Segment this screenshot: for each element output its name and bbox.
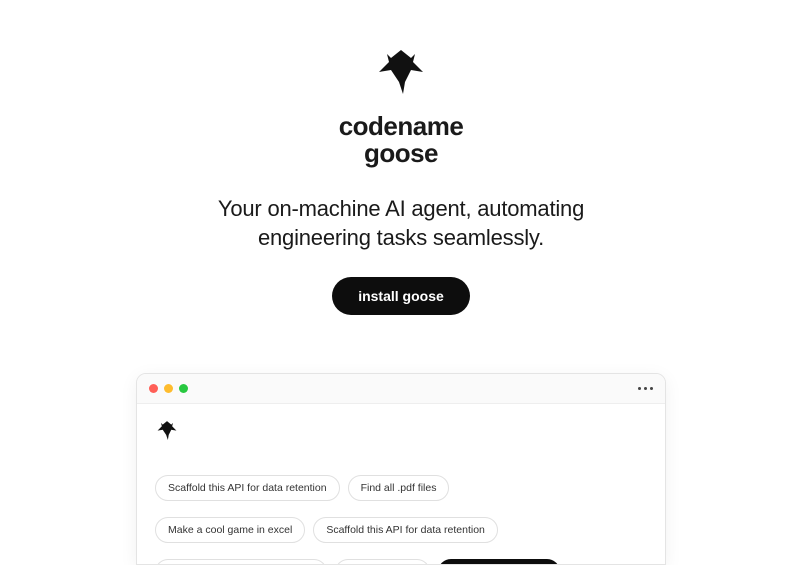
- close-icon[interactable]: [149, 384, 158, 393]
- suggestion-chip[interactable]: Scaffold this API for data retention: [313, 517, 498, 543]
- hero-section: codename goose Your on-machine AI agent,…: [218, 48, 584, 315]
- goose-icon: [155, 420, 647, 447]
- brand-line-1: codename: [339, 113, 464, 140]
- logo-block: codename goose: [339, 48, 464, 168]
- zoom-icon[interactable]: [179, 384, 188, 393]
- suggestion-chip-primary[interactable]: What can goose do?: [438, 559, 560, 565]
- window-body: Scaffold this API for data retention Fin…: [137, 404, 665, 565]
- suggestion-chip[interactable]: Find all .pdf files: [348, 475, 450, 501]
- landing-page: codename goose Your on-machine AI agent,…: [0, 0, 802, 565]
- suggestion-chips: Scaffold this API for data retention Fin…: [155, 475, 647, 565]
- suggestion-chip[interactable]: Give me a tour: [335, 559, 430, 565]
- tagline: Your on-machine AI agent, automating eng…: [218, 194, 584, 253]
- suggestion-chip[interactable]: Make a cool game in excel: [155, 517, 305, 543]
- dot-icon: [638, 387, 641, 390]
- suggestion-chip[interactable]: Upload a readme to confluence: [155, 559, 327, 565]
- tagline-line-2: engineering tasks seamlessly.: [218, 223, 584, 253]
- brand-name: codename goose: [339, 113, 464, 168]
- window-menu-button[interactable]: [638, 387, 653, 390]
- window-traffic-lights: [149, 384, 188, 393]
- minimize-icon[interactable]: [164, 384, 173, 393]
- install-button[interactable]: install goose: [332, 277, 470, 315]
- goose-icon: [373, 48, 429, 103]
- app-window: Scaffold this API for data retention Fin…: [136, 373, 666, 565]
- dot-icon: [644, 387, 647, 390]
- tagline-line-1: Your on-machine AI agent, automating: [218, 194, 584, 224]
- dot-icon: [650, 387, 653, 390]
- brand-line-2: goose: [339, 140, 464, 167]
- suggestion-chip[interactable]: Scaffold this API for data retention: [155, 475, 340, 501]
- window-titlebar: [137, 374, 665, 404]
